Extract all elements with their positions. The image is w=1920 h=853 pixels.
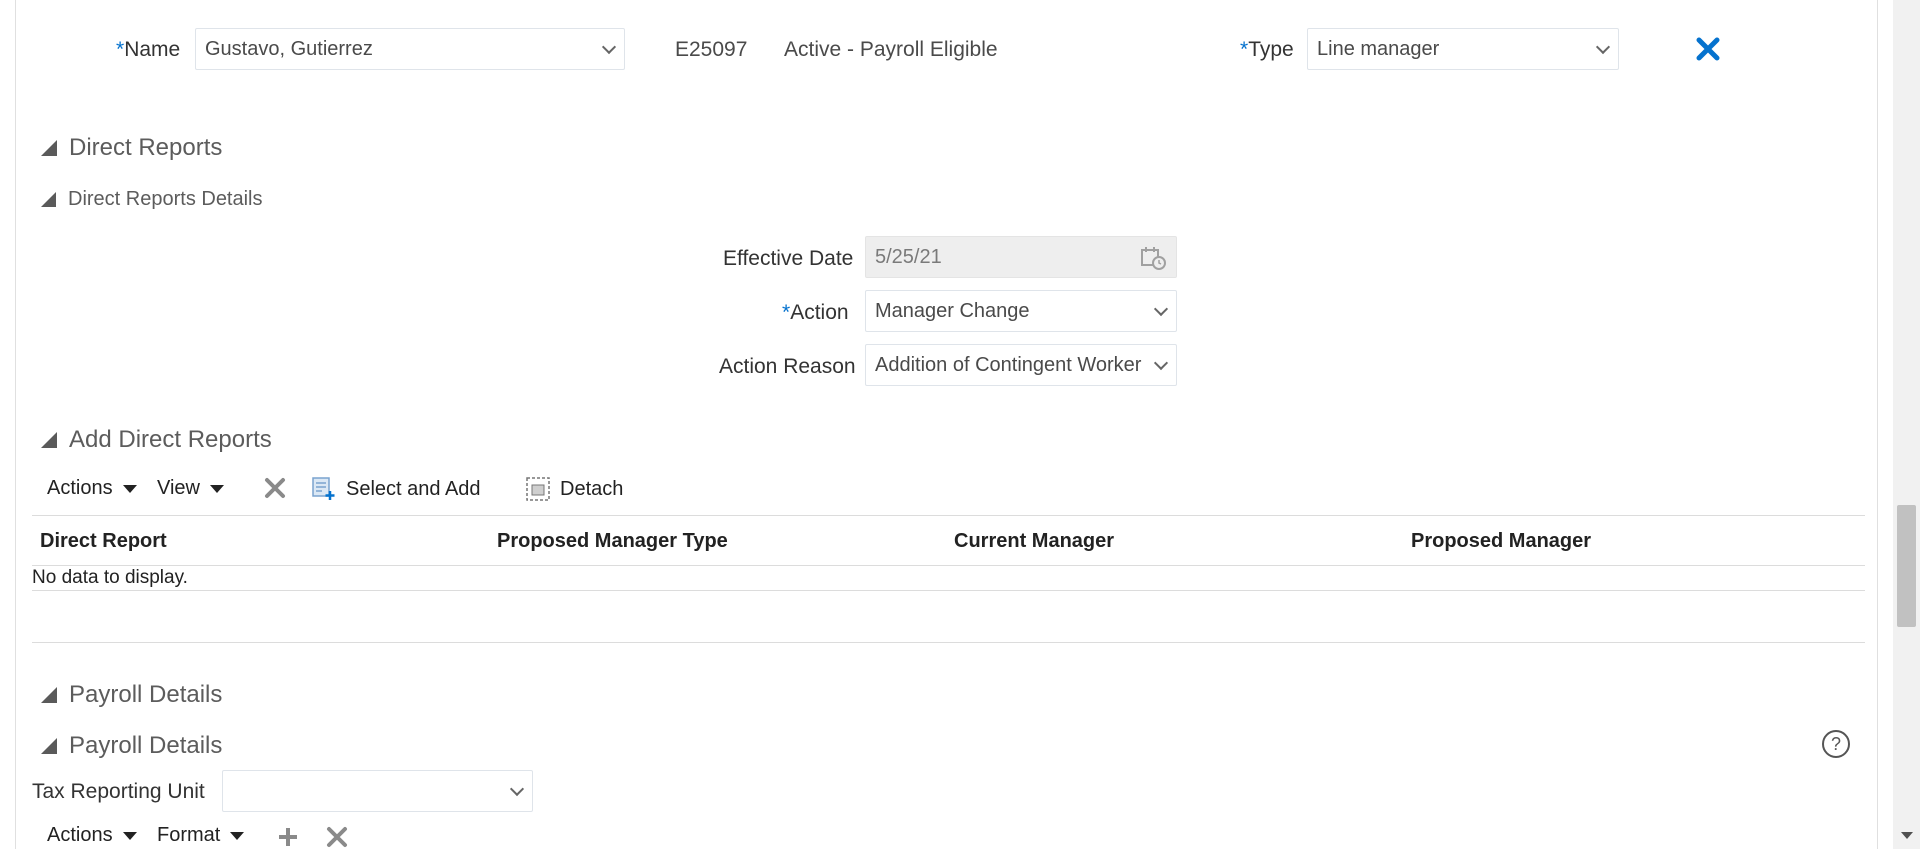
scroll-down-arrow-icon[interactable]: [1901, 832, 1913, 839]
page-right-border: [1877, 0, 1878, 849]
delete-x-icon: [327, 827, 347, 847]
type-select-value: Line manager: [1317, 37, 1440, 60]
action-label: *Action: [782, 301, 849, 324]
chevron-down-icon: [1595, 39, 1611, 55]
detach-icon: [526, 477, 550, 501]
tax-reporting-unit-select[interactable]: [222, 770, 533, 812]
table-top-border: [32, 515, 1865, 516]
add-row-button[interactable]: [277, 826, 299, 848]
column-header-current-manager[interactable]: Current Manager: [954, 530, 1114, 553]
direct-reports-details-header[interactable]: Direct Reports Details: [41, 188, 263, 211]
name-label: *Name: [116, 38, 181, 61]
collapse-triangle-icon: [41, 192, 56, 207]
payroll-details-header[interactable]: Payroll Details: [41, 681, 222, 709]
payroll-format-menu[interactable]: Format: [157, 824, 245, 847]
type-select[interactable]: Line manager: [1307, 28, 1619, 70]
close-x-icon: [1696, 37, 1720, 61]
collapse-triangle-icon: [41, 738, 57, 754]
calendar-icon: [1141, 247, 1166, 270]
effective-date-label: Effective Date: [723, 247, 854, 270]
action-select[interactable]: Manager Change: [865, 290, 1177, 332]
caret-down-icon: [122, 484, 137, 493]
caret-down-icon: [230, 831, 245, 840]
chevron-down-icon: [601, 39, 617, 55]
help-icon[interactable]: ?: [1822, 730, 1850, 758]
empty-table-message: No data to display.: [32, 567, 188, 588]
assignment-status: Active - Payroll Eligible: [784, 38, 998, 61]
remove-manager-icon[interactable]: [1695, 36, 1721, 62]
actions-menu[interactable]: Actions: [47, 477, 137, 500]
table-bottom-border: [32, 590, 1865, 591]
name-select-value: Gustavo, Gutierrez: [205, 37, 373, 60]
plus-icon: [279, 828, 297, 846]
name-select[interactable]: Gustavo, Gutierrez: [195, 28, 625, 70]
add-direct-reports-header[interactable]: Add Direct Reports: [41, 426, 272, 454]
collapse-triangle-icon: [41, 687, 57, 703]
tax-reporting-unit-label: Tax Reporting Unit: [32, 780, 205, 803]
delete-payroll-row-button[interactable]: [326, 826, 348, 848]
table-header-border: [32, 565, 1865, 566]
chevron-down-icon: [1153, 355, 1169, 371]
delete-row-button[interactable]: [264, 477, 286, 499]
column-header-proposed-manager-type[interactable]: Proposed Manager Type: [497, 530, 728, 553]
caret-down-icon: [122, 831, 137, 840]
delete-x-icon: [265, 478, 285, 498]
chevron-down-icon: [509, 781, 525, 797]
chevron-down-icon: [1153, 301, 1169, 317]
collapse-triangle-icon: [41, 140, 57, 156]
column-header-direct-report[interactable]: Direct Report: [40, 530, 167, 553]
collapse-triangle-icon: [41, 432, 57, 448]
payroll-details-subheader[interactable]: Payroll Details: [41, 732, 222, 760]
action-reason-select[interactable]: Addition of Contingent Worker: [865, 344, 1177, 386]
section-divider: [32, 642, 1865, 643]
type-label: *Type: [1240, 38, 1294, 61]
direct-reports-header[interactable]: Direct Reports: [41, 134, 222, 162]
effective-date-input: 5/25/21: [865, 236, 1177, 278]
select-and-add-button[interactable]: Select and Add: [312, 477, 481, 501]
view-menu[interactable]: View: [157, 477, 224, 500]
caret-down-icon: [210, 484, 224, 493]
detach-button[interactable]: Detach: [526, 477, 623, 501]
scrollbar-thumb[interactable]: [1897, 505, 1916, 627]
page-left-border: [15, 0, 16, 849]
action-reason-label: Action Reason: [719, 355, 856, 378]
vertical-scrollbar[interactable]: [1893, 0, 1920, 849]
payroll-actions-menu[interactable]: Actions: [47, 824, 137, 847]
column-header-proposed-manager[interactable]: Proposed Manager: [1411, 530, 1591, 553]
select-add-icon: [312, 477, 335, 500]
person-number: E25097: [675, 38, 748, 61]
